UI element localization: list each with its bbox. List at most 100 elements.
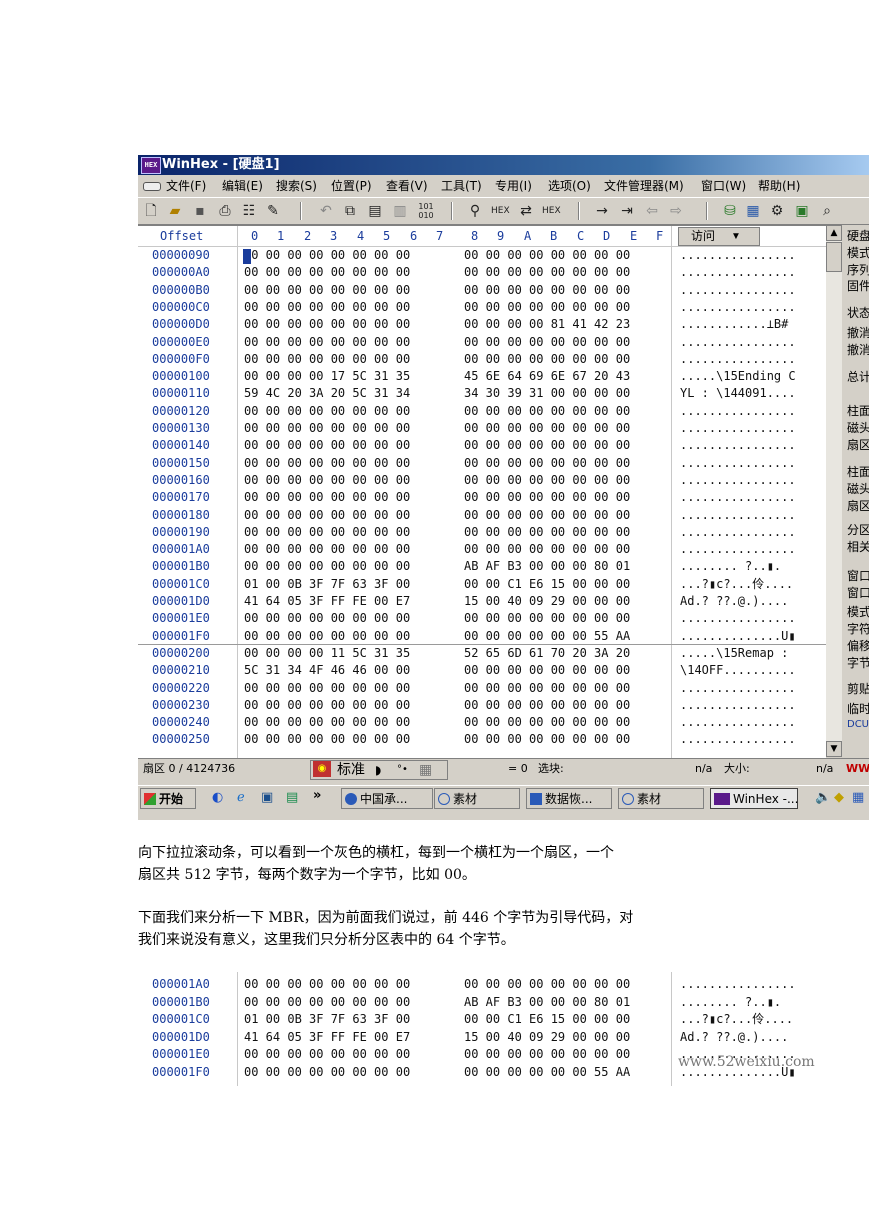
- hex-row[interactable]: 00000130 00 00 00 00 00 00 00 00 00 00 00 …: [138, 420, 826, 437]
- hex-row[interactable]: 000001C0 01 00 0B 3F 7F 63 3F 00 00 00 C1 …: [138, 576, 826, 593]
- goto-icon[interactable]: →: [594, 202, 610, 220]
- menu-file[interactable]: 文件(F): [166, 176, 206, 196]
- hex-row[interactable]: 00000180 00 00 00 00 00 00 00 00 00 00 00 …: [138, 507, 826, 524]
- tray-icon[interactable]: ◆: [834, 790, 844, 805]
- taskbar-item[interactable]: 素材: [434, 788, 520, 809]
- scrollbar-thumb[interactable]: [826, 242, 842, 272]
- zoom-icon[interactable]: ⌕: [819, 202, 835, 220]
- hex-row[interactable]: 000001B0 00 00 00 00 00 00 00 00 AB AF B3 …: [138, 558, 826, 575]
- save-icon[interactable]: ▪: [192, 202, 208, 220]
- tools-icon[interactable]: ⚙: [769, 202, 785, 220]
- taskbar-item[interactable]: 中国承...: [341, 788, 433, 809]
- hex-row[interactable]: 00000220 00 00 00 00 00 00 00 00 00 00 00 …: [138, 680, 826, 697]
- paste-icon[interactable]: ▤: [367, 202, 383, 220]
- notes-icon[interactable]: ▤: [286, 790, 298, 805]
- search-icon: [438, 793, 450, 805]
- menu-help[interactable]: 帮助(H): [758, 176, 800, 196]
- menu-file-manager[interactable]: 文件管理器(M): [604, 176, 684, 196]
- hex-row[interactable]: 00000120 00 00 00 00 00 00 00 00 00 00 00 …: [138, 403, 826, 420]
- menu-edit[interactable]: 编辑(E): [222, 176, 263, 196]
- ime-mode-label[interactable]: 标准: [337, 761, 365, 779]
- menu-view[interactable]: 查看(V): [386, 176, 428, 196]
- hex-row[interactable]: 00000100 00 00 00 00 17 5C 31 35 45 6E 64 …: [138, 368, 826, 385]
- hex-row[interactable]: 000000D0 00 00 00 00 00 00 00 00 00 00 00 …: [138, 316, 826, 333]
- new-icon[interactable]: 🗋: [143, 202, 159, 220]
- hex-editor-pane[interactable]: Offset 0 1 2 3 4 5 6 7 8 9 A B C D E F 访…: [138, 225, 826, 758]
- speaker-icon[interactable]: 🔈: [815, 790, 831, 805]
- start-button[interactable]: 开始: [140, 788, 196, 809]
- hex-row[interactable]: 000000B0 00 00 00 00 00 00 00 00 00 00 00 …: [138, 282, 826, 299]
- hex-row[interactable]: 00000210 5C 31 34 4F 46 46 00 00 00 00 00 …: [138, 662, 826, 679]
- hex-row[interactable]: 000000A0 00 00 00 00 00 00 00 00 00 00 00 …: [138, 264, 826, 281]
- binary-icon[interactable]: 101 010: [416, 202, 436, 220]
- menu-options[interactable]: 选项(O): [548, 176, 591, 196]
- goto-offset-icon[interactable]: ⇥: [619, 202, 635, 220]
- undo-icon[interactable]: ↶: [318, 202, 334, 220]
- more-quicklaunch[interactable]: »: [313, 788, 321, 803]
- copy-icon[interactable]: ⧉: [342, 202, 358, 220]
- system-menu-icon[interactable]: [143, 182, 161, 191]
- menu-special[interactable]: 专用(I): [495, 176, 532, 196]
- properties-icon[interactable]: ☷: [241, 202, 257, 220]
- desktop-icon[interactable]: ▣: [261, 790, 273, 805]
- hex-row[interactable]: 00000090 00 00 00 00 00 00 00 00 00 00 00 …: [138, 247, 826, 264]
- hex-row[interactable]: 00000190 00 00 00 00 00 00 00 00 00 00 00 …: [138, 524, 826, 541]
- taskbar-item-active[interactable]: WinHex -...: [710, 788, 798, 809]
- ram-icon[interactable]: ▦: [745, 202, 761, 220]
- keyboard-icon[interactable]: ▦: [419, 761, 432, 779]
- disk-icon[interactable]: ⛁: [722, 202, 738, 220]
- replace-hex-icon[interactable]: HEX: [542, 202, 561, 220]
- hex-row[interactable]: 000000C0 00 00 00 00 00 00 00 00 00 00 00 …: [138, 299, 826, 316]
- www-link[interactable]: WW: [846, 759, 869, 779]
- taskbar-item[interactable]: 数据恢...: [526, 788, 612, 809]
- punctuation-icon[interactable]: °•: [397, 761, 408, 779]
- open-icon[interactable]: ▰: [167, 202, 183, 220]
- hex-row[interactable]: 00000150 00 00 00 00 00 00 00 00 00 00 00 …: [138, 455, 826, 472]
- hex-row[interactable]: 000001A0 00 00 00 00 00 00 00 00 00 00 00 …: [138, 541, 826, 558]
- hex-row[interactable]: 00000250 00 00 00 00 00 00 00 00 00 00 00 …: [138, 731, 826, 748]
- taskbar-item[interactable]: 素材: [618, 788, 704, 809]
- hex-row[interactable]: 000001D0 41 64 05 3F FF FE 00 E7 15 00 40 …: [138, 593, 826, 610]
- hex-bytes-low: 41 64 05 3F FF FE 00 E7: [244, 1029, 411, 1044]
- ime-toolbar[interactable]: ◉ 标准 ◗ °• ▦: [310, 760, 448, 780]
- calculator-icon[interactable]: ▣: [794, 202, 810, 220]
- hex-offset: 00000120: [152, 403, 210, 418]
- hex-row[interactable]: 00000160 00 00 00 00 00 00 00 00 00 00 00 …: [138, 472, 826, 489]
- hex-row[interactable]: 00000230 00 00 00 00 00 00 00 00 00 00 00 …: [138, 697, 826, 714]
- hex-row[interactable]: 000001B0 00 00 00 00 00 00 00 00 AB AF B3 …: [138, 994, 826, 1012]
- find-hex-icon[interactable]: HEX: [491, 202, 510, 220]
- hex-row[interactable]: 00000200 00 00 00 00 11 5C 31 35 52 65 6D …: [138, 645, 826, 662]
- ie-icon[interactable]: ℯ: [237, 790, 245, 805]
- vertical-scrollbar[interactable]: ▲ ▼: [826, 225, 842, 757]
- hex-row[interactable]: 00000240 00 00 00 00 00 00 00 00 00 00 00 …: [138, 714, 826, 731]
- hex-row[interactable]: 000001A0 00 00 00 00 00 00 00 00 00 00 00 …: [138, 976, 826, 994]
- menu-search[interactable]: 搜索(S): [276, 176, 317, 196]
- visit-dropdown[interactable]: 访问 ▼: [678, 227, 760, 246]
- hex-row[interactable]: 00000110 59 4C 20 3A 20 5C 31 34 34 30 39 …: [138, 385, 826, 402]
- firefox-icon[interactable]: ◐: [212, 790, 223, 805]
- forward-icon[interactable]: ⇨: [668, 202, 684, 220]
- hex-row[interactable]: 00000170 00 00 00 00 00 00 00 00 00 00 00 …: [138, 489, 826, 506]
- hex-row[interactable]: 000001F0 00 00 00 00 00 00 00 00 00 00 00 …: [138, 628, 826, 645]
- hex-row[interactable]: 000001E0 00 00 00 00 00 00 00 00 00 00 00 …: [138, 610, 826, 627]
- menu-tools[interactable]: 工具(T): [441, 176, 482, 196]
- paste-special-icon[interactable]: ▥: [392, 202, 408, 220]
- hex-bytes-low: 00 00 00 00 00 00 00 00: [244, 994, 411, 1009]
- scroll-down-icon[interactable]: ▼: [826, 741, 842, 757]
- ascii-text: .....\15Ending C: [680, 369, 796, 384]
- edit-icon[interactable]: ✎: [265, 202, 281, 220]
- print-icon[interactable]: ⎙: [217, 202, 233, 220]
- hex-row[interactable]: 000000E0 00 00 00 00 00 00 00 00 00 00 00 …: [138, 334, 826, 351]
- hex-row[interactable]: 000001D0 41 64 05 3F FF FE 00 E7 15 00 40 …: [138, 1029, 826, 1047]
- menu-window[interactable]: 窗口(W): [701, 176, 746, 196]
- network-icon[interactable]: ▦: [852, 790, 864, 805]
- replace-icon[interactable]: ⇄: [518, 202, 534, 220]
- hex-row[interactable]: 000001C0 01 00 0B 3F 7F 63 3F 00 00 00 C1 …: [138, 1011, 826, 1029]
- scroll-up-icon[interactable]: ▲: [826, 225, 842, 241]
- half-width-icon[interactable]: ◗: [375, 761, 381, 779]
- back-icon[interactable]: ⇦: [644, 202, 660, 220]
- hex-row[interactable]: 00000140 00 00 00 00 00 00 00 00 00 00 00 …: [138, 437, 826, 454]
- menu-position[interactable]: 位置(P): [331, 176, 372, 196]
- find-icon[interactable]: ⚲: [467, 202, 483, 220]
- hex-row[interactable]: 000000F0 00 00 00 00 00 00 00 00 00 00 00 …: [138, 351, 826, 368]
